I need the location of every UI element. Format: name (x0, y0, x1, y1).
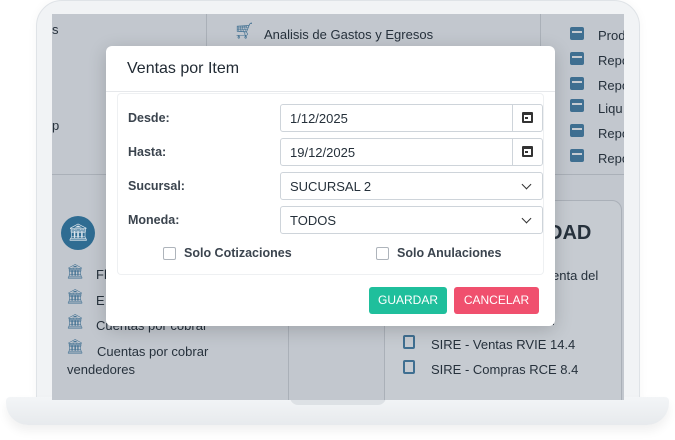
moneda-value: TODOS (290, 213, 336, 228)
sucursal-select[interactable]: SUCURSAL 2 (280, 172, 543, 200)
menu-item-sire-ventas[interactable]: SIRE - Ventas RVIE 14.4 (431, 337, 575, 352)
hasta-row: Hasta: 19/12/2025 (128, 138, 543, 166)
report-icon (570, 27, 584, 40)
sucursal-row: Sucursal: SUCURSAL 2 (128, 172, 543, 200)
modal-header: Ventas por Item (106, 46, 555, 92)
report-icon (570, 77, 584, 90)
ventas-por-item-modal: Ventas por Item Desde: 1/12/2025 Hasta: … (106, 46, 555, 326)
bank-circle-icon: 🏛︎ (61, 216, 95, 250)
bank-icon: 🏛︎ (66, 263, 84, 279)
solo-anulaciones-checkbox[interactable] (376, 247, 389, 260)
sucursal-label: Sucursal: (128, 179, 185, 193)
cancelar-button[interactable]: CANCELAR (454, 287, 539, 314)
chevron-down-icon (521, 213, 532, 224)
calculator-icon (403, 335, 415, 349)
menu-item-right[interactable]: Prod (598, 28, 624, 43)
calendar-icon (522, 146, 533, 157)
bg-fragment: p (52, 118, 60, 133)
menu-item-sire-compras[interactable]: SIRE - Compras RCE 8.4 (431, 362, 578, 377)
hasta-label: Hasta: (128, 145, 167, 159)
report-icon (570, 99, 584, 112)
moneda-select[interactable]: TODOS (280, 206, 543, 234)
moneda-label: Moneda: (128, 213, 180, 227)
menu-item-right[interactable]: Repo (598, 126, 624, 141)
bg-fragment: s (52, 22, 59, 37)
calculator-icon (403, 360, 415, 374)
desde-date-input[interactable]: 1/12/2025 (280, 104, 543, 132)
calendar-icon (522, 112, 533, 123)
menu-item-right[interactable]: Repo (598, 53, 624, 68)
moneda-row: Moneda: TODOS (128, 206, 543, 234)
menu-item-right[interactable]: Repo (598, 78, 624, 93)
card-line: enta del (552, 268, 599, 283)
menu-item-left[interactable]: E (96, 293, 105, 308)
menu-item-right[interactable]: Liqu (598, 101, 623, 116)
solo-anulaciones-label[interactable]: Solo Anulaciones (397, 246, 501, 260)
menu-item-analisis-gastos[interactable]: Analisis de Gastos y Egresos (264, 27, 433, 42)
hasta-value: 19/12/2025 (290, 145, 356, 160)
menu-item-left[interactable]: Cuentas por cobrar vendedores (67, 343, 227, 379)
chevron-down-icon (521, 179, 532, 190)
sucursal-value: SUCURSAL 2 (290, 179, 372, 194)
solo-cotizaciones-label[interactable]: Solo Cotizaciones (184, 246, 292, 260)
report-icon (570, 124, 584, 137)
report-icon (570, 149, 584, 162)
hasta-calendar-button[interactable] (512, 139, 542, 165)
desde-label: Desde: (128, 111, 170, 125)
guardar-button[interactable]: GUARDAR (369, 287, 447, 314)
desde-calendar-button[interactable] (512, 105, 542, 131)
divider (288, 314, 289, 400)
desde-value: 1/12/2025 (290, 111, 348, 126)
cart-icon[interactable]: 🛒︎ (234, 24, 254, 40)
menu-item-right[interactable]: Repo (598, 151, 624, 166)
desde-row: Desde: 1/12/2025 (128, 104, 543, 132)
bank-icon: 🏛︎ (66, 313, 84, 329)
hasta-date-input[interactable]: 19/12/2025 (280, 138, 543, 166)
report-icon (570, 52, 584, 65)
solo-cotizaciones-checkbox[interactable] (163, 247, 176, 260)
modal-title: Ventas por Item (127, 60, 240, 77)
bank-icon: 🏛︎ (66, 288, 84, 304)
